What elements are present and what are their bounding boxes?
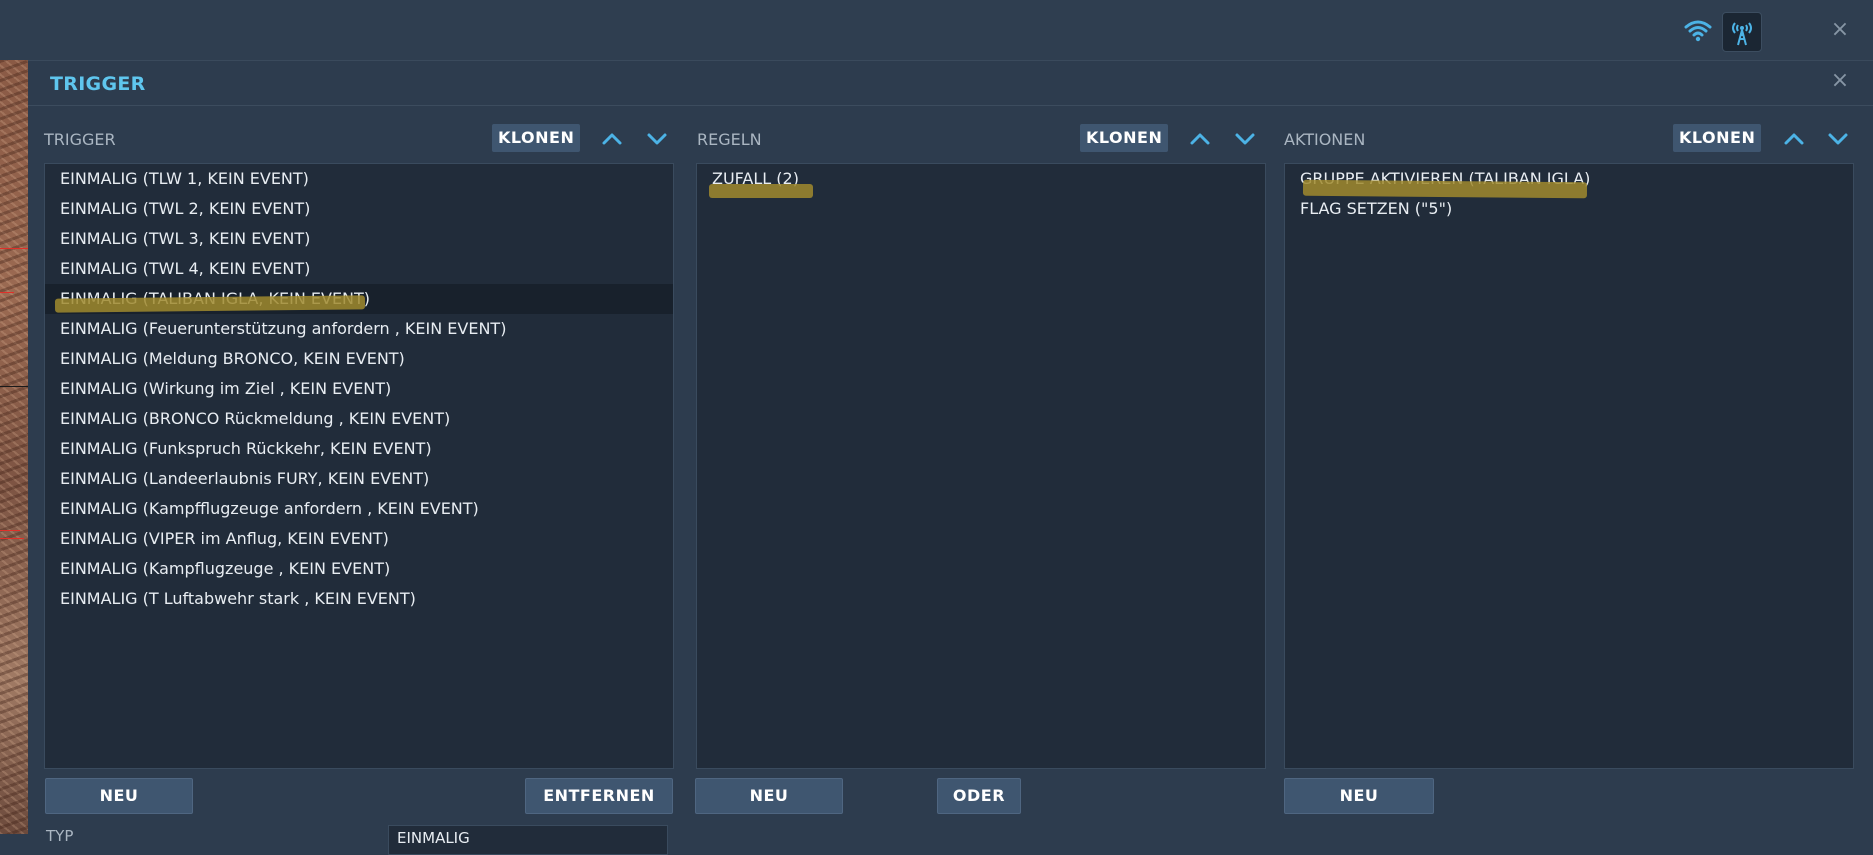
rules-list-item[interactable]: ZUFALL (2) xyxy=(697,164,1265,194)
trigger-list-item[interactable]: EINMALIG (TWL 2, KEIN EVENT) xyxy=(45,194,673,224)
trigger-list-item[interactable]: EINMALIG (T Luftabwehr stark , KEIN EVEN… xyxy=(45,584,673,614)
trigger-list-item[interactable]: EINMALIG (Feuerunterstützung anfordern ,… xyxy=(45,314,673,344)
trigger-list-item[interactable]: EINMALIG (BRONCO Rückmeldung , KEIN EVEN… xyxy=(45,404,673,434)
actions-list[interactable]: GRUPPE AKTIVIEREN (TALIBAN IGLA) FLAG SE… xyxy=(1284,163,1854,769)
trigger-list-item[interactable]: EINMALIG (VIPER im Anflug, KEIN EVENT) xyxy=(45,524,673,554)
trigger-list-item[interactable]: EINMALIG (TWL 4, KEIN EVENT) xyxy=(45,254,673,284)
trigger-remove-button[interactable]: ENTFERNEN xyxy=(525,778,673,814)
map-route-line xyxy=(0,292,14,293)
trigger-list-item[interactable]: EINMALIG (Funkspruch Rückkehr, KEIN EVEN… xyxy=(45,434,673,464)
actions-new-button[interactable]: NEU xyxy=(1284,778,1434,814)
rules-panel-label: REGELN xyxy=(697,130,762,149)
actions-move-down-icon[interactable] xyxy=(1826,127,1850,151)
trigger-list-item[interactable]: EINMALIG (Wirkung im Ziel , KEIN EVENT) xyxy=(45,374,673,404)
divider xyxy=(28,105,1873,106)
trigger-list-item[interactable]: EINMALIG (TLW 1, KEIN EVENT) xyxy=(45,164,673,194)
trigger-move-up-icon[interactable] xyxy=(600,127,624,151)
map-background-strip xyxy=(0,60,28,834)
trigger-list[interactable]: EINMALIG (TLW 1, KEIN EVENT) EINMALIG (T… xyxy=(44,163,674,769)
trigger-list-item[interactable]: EINMALIG (Landeerlaubnis FURY, KEIN EVEN… xyxy=(45,464,673,494)
rules-new-button[interactable]: NEU xyxy=(695,778,843,814)
rules-clone-button[interactable]: KLONEN xyxy=(1080,124,1169,152)
actions-panel-label: AKTIONEN xyxy=(1284,130,1366,149)
map-grid-line xyxy=(0,386,28,387)
trigger-list-item[interactable]: EINMALIG (Kampflugzeuge , KEIN EVENT) xyxy=(45,554,673,584)
trigger-move-down-icon[interactable] xyxy=(645,127,669,151)
map-route-line xyxy=(0,248,28,249)
rules-move-up-icon[interactable] xyxy=(1188,127,1212,151)
trigger-list-item[interactable]: EINMALIG (Kampfflugzeuge anfordern , KEI… xyxy=(45,494,673,524)
radio-tower-icon xyxy=(1732,22,1752,46)
dialog-close-icon[interactable]: × xyxy=(1828,69,1852,93)
trigger-list-item[interactable]: EINMALIG (TWL 3, KEIN EVENT) xyxy=(45,224,673,254)
trigger-list-item[interactable]: EINMALIG (Meldung BRONCO, KEIN EVENT) xyxy=(45,344,673,374)
actions-list-item[interactable]: FLAG SETZEN ("5") xyxy=(1285,194,1853,224)
type-label: TYP xyxy=(46,827,74,845)
trigger-panel-label: TRIGGER xyxy=(44,130,116,149)
rules-or-button[interactable]: ODER xyxy=(937,778,1021,814)
type-select[interactable]: EINMALIG xyxy=(388,825,668,855)
actions-clone-button[interactable]: KLONEN xyxy=(1673,124,1762,152)
trigger-new-button[interactable]: NEU xyxy=(45,778,193,814)
top-bar: × xyxy=(0,0,1873,60)
map-route-line xyxy=(0,530,20,531)
trigger-list-item-selected[interactable]: EINMALIG (TALIBAN IGLA, KEIN EVENT) xyxy=(45,284,673,314)
close-icon[interactable]: × xyxy=(1828,18,1852,42)
radio-tower-button[interactable] xyxy=(1722,12,1762,52)
map-route-line xyxy=(0,538,24,539)
trigger-dialog: TRIGGER × TRIGGER KLONEN EINMALIG (TLW 1… xyxy=(28,60,1873,855)
rules-list[interactable]: ZUFALL (2) xyxy=(696,163,1266,769)
trigger-clone-button[interactable]: KLONEN xyxy=(492,124,581,152)
actions-move-up-icon[interactable] xyxy=(1782,127,1806,151)
wifi-icon xyxy=(1684,18,1712,42)
actions-list-item[interactable]: GRUPPE AKTIVIEREN (TALIBAN IGLA) xyxy=(1285,164,1853,194)
dialog-title: TRIGGER xyxy=(50,73,146,95)
rules-move-down-icon[interactable] xyxy=(1233,127,1257,151)
